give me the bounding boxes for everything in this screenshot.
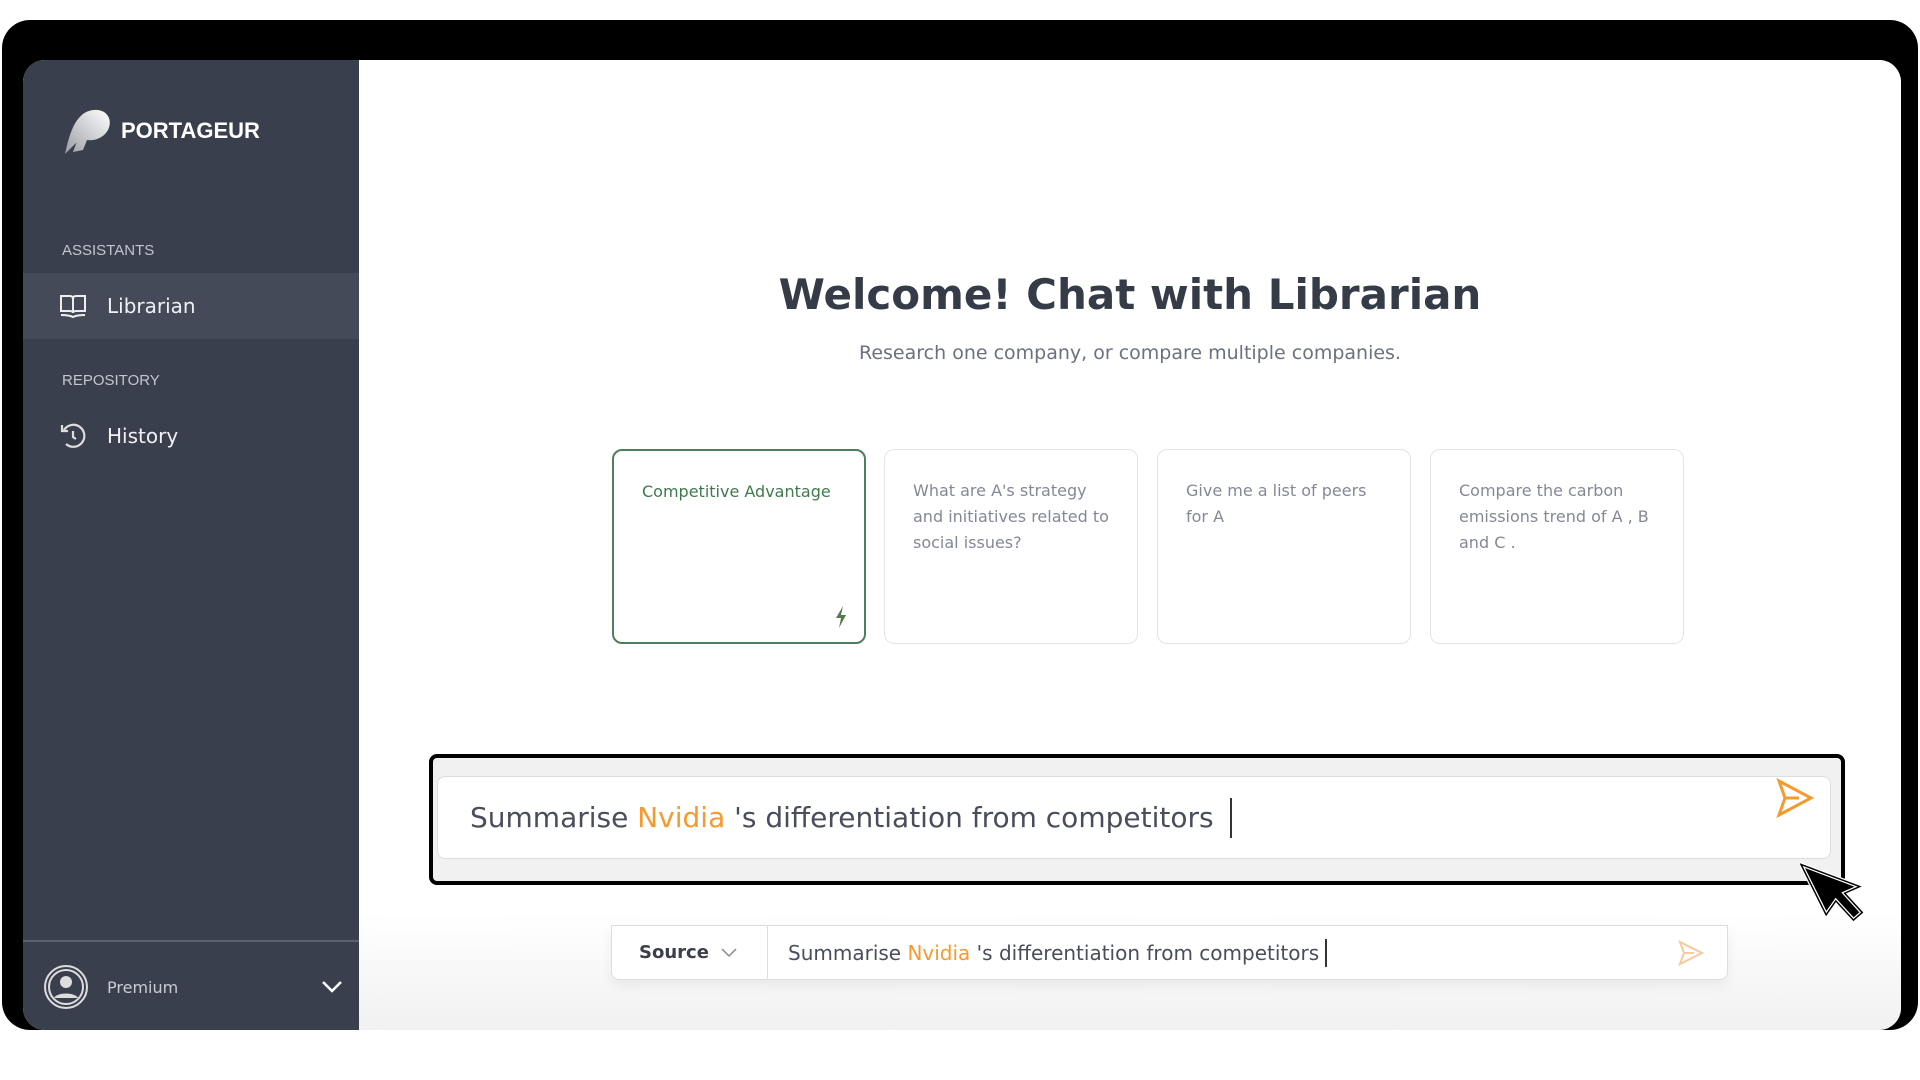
source-dropdown[interactable]: Source <box>612 926 768 979</box>
card-text: What are A's strategy and initiatives re… <box>913 481 1109 552</box>
chevron-down-icon[interactable] <box>321 980 343 994</box>
suggestion-card-strategy[interactable]: What are A's strategy and initiatives re… <box>884 449 1138 644</box>
input-entity: Nvidia <box>907 940 971 965</box>
zoomed-chat-input-callout: Summarise Nvidia 's differentiation from… <box>429 754 1845 885</box>
brand-name: PORTAGEUR <box>121 118 260 143</box>
send-icon[interactable] <box>1775 778 1815 818</box>
card-text: Give me a list of peers for A <box>1186 481 1367 526</box>
input-text: 's differentiation from competitors <box>725 801 1214 834</box>
chat-input-bar: Source Summarise Nvidia 's differentiati… <box>611 925 1728 980</box>
input-text: 's differentiation from competitors <box>970 940 1320 965</box>
device-frame: PORTAGEUR ASSISTANTS Librarian REPOSITOR… <box>2 20 1918 1030</box>
card-text: Compare the carbon emissions trend of A … <box>1459 481 1649 552</box>
portageur-logo-icon <box>65 109 110 154</box>
logo: PORTAGEUR <box>61 106 260 156</box>
book-icon <box>60 295 86 319</box>
chevron-down-icon <box>721 947 737 957</box>
source-label: Source <box>639 942 709 963</box>
sidebar-divider <box>23 940 359 942</box>
suggestion-card-peers[interactable]: Give me a list of peers for A <box>1157 449 1411 644</box>
mouse-pointer-icon <box>1800 860 1866 923</box>
input-entity: Nvidia <box>637 801 726 834</box>
avatar-icon <box>44 965 88 1009</box>
lightning-icon <box>836 606 846 628</box>
page-title: Welcome! Chat with Librarian <box>778 270 1482 319</box>
section-label-repository: REPOSITORY <box>62 372 160 389</box>
card-text: Competitive Advantage <box>642 482 831 501</box>
sidebar-item-label: History <box>107 424 179 448</box>
input-text: Summarise <box>788 940 908 965</box>
sidebar: PORTAGEUR ASSISTANTS Librarian REPOSITOR… <box>23 60 359 1030</box>
text-caret <box>1325 938 1328 967</box>
user-plan: Premium <box>107 977 179 997</box>
chat-input-zoomed[interactable]: Summarise Nvidia 's differentiation from… <box>437 776 1831 859</box>
history-icon <box>60 423 86 448</box>
send-icon[interactable] <box>1677 939 1705 966</box>
page-subtitle: Research one company, or compare multipl… <box>859 342 1401 364</box>
text-caret <box>1229 797 1232 838</box>
suggestion-card-competitive-advantage[interactable]: Competitive Advantage <box>612 449 866 644</box>
chat-input[interactable]: Summarise Nvidia 's differentiation from… <box>768 938 1328 967</box>
sidebar-item-label: Librarian <box>107 294 196 318</box>
user-menu[interactable]: Premium <box>43 962 343 1012</box>
suggestion-card-carbon[interactable]: Compare the carbon emissions trend of A … <box>1430 449 1684 644</box>
section-label-assistants: ASSISTANTS <box>62 242 155 259</box>
sidebar-item-history[interactable]: History <box>23 403 359 469</box>
sidebar-item-librarian[interactable]: Librarian <box>23 273 359 339</box>
input-text: Summarise <box>470 801 638 834</box>
